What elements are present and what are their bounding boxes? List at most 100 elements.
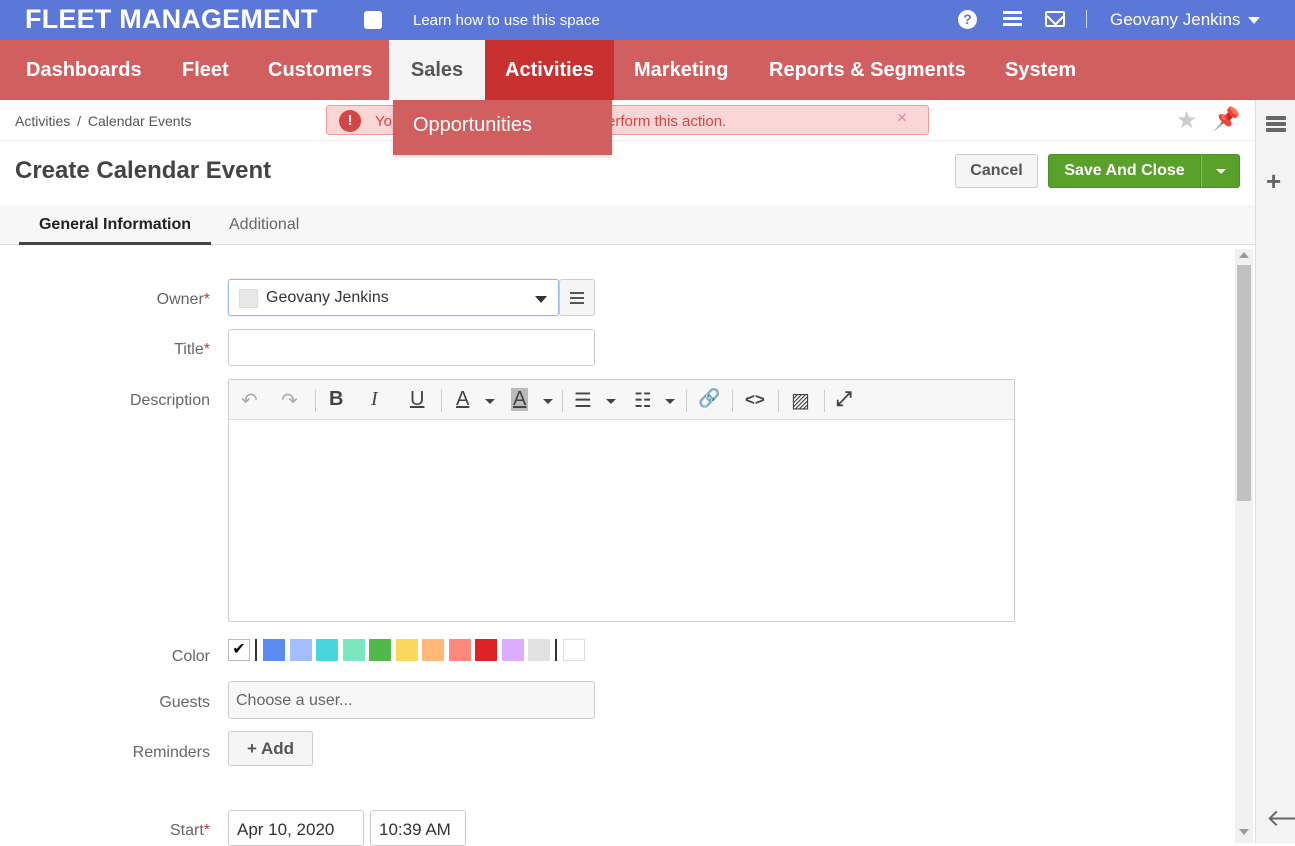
color-label: Color xyxy=(171,648,210,665)
scrollbar[interactable] xyxy=(1235,249,1253,843)
color-swatch[interactable] xyxy=(475,639,497,661)
required-mark: * xyxy=(203,291,210,308)
breadcrumb-separator: / xyxy=(77,113,82,129)
italic-icon[interactable]: I xyxy=(371,388,378,411)
top-bar: FLEET MANAGEMENT Learn how to use this s… xyxy=(0,0,1295,40)
color-swatch[interactable] xyxy=(263,639,285,661)
arrow-left-icon[interactable]: 🡐 xyxy=(1266,803,1295,833)
user-name: Geovany Jenkins xyxy=(1110,10,1241,29)
link-icon[interactable]: 🔗 xyxy=(698,388,720,409)
guests-input[interactable]: Choose a user... xyxy=(228,681,595,719)
undo-icon[interactable]: ↶ xyxy=(241,388,258,413)
underline-icon[interactable]: U xyxy=(410,388,424,411)
image-icon[interactable]: ▨ xyxy=(791,388,810,413)
title-label-text: Title xyxy=(174,341,204,358)
bold-icon[interactable]: B xyxy=(329,388,343,411)
help-icon[interactable]: ? xyxy=(958,10,977,29)
custom-color-swatch[interactable] xyxy=(563,639,585,661)
sales-dropdown: Opportunities xyxy=(393,100,612,155)
chevron-down-icon xyxy=(535,296,547,303)
color-swatch[interactable] xyxy=(501,639,524,661)
nav-system[interactable]: System xyxy=(985,40,1096,100)
required-mark: * xyxy=(203,822,210,839)
text-color-icon[interactable]: A xyxy=(456,388,469,411)
tab-additional[interactable]: Additional xyxy=(229,216,299,234)
star-icon[interactable]: ★ xyxy=(1176,106,1198,135)
color-swatch[interactable] xyxy=(342,639,365,661)
dropdown-item-opportunities[interactable]: Opportunities xyxy=(413,114,592,137)
plus-icon[interactable]: + xyxy=(1266,166,1281,197)
title-label: Title* xyxy=(0,341,210,359)
description-label: Description xyxy=(129,392,210,409)
nav-reports-segments[interactable]: Reports & Segments xyxy=(749,40,986,100)
start-label: Start* xyxy=(0,822,210,840)
scroll-up-icon[interactable] xyxy=(1239,252,1249,258)
nav-sales[interactable]: Sales xyxy=(389,40,485,100)
right-sidebar: + 🡐 xyxy=(1255,100,1295,843)
color-swatch[interactable] xyxy=(528,639,550,661)
color-swatch[interactable] xyxy=(422,639,444,661)
caret-down-icon[interactable] xyxy=(485,399,495,404)
mail-icon[interactable] xyxy=(1045,11,1065,27)
tabs-bar: General Information Additional xyxy=(0,205,1255,245)
save-options-caret-icon[interactable] xyxy=(1201,154,1240,188)
description-editor: ↶ ↷ B I U A A ☰ ☷ 🔗 <> ▨ ⤢ xyxy=(228,379,1015,622)
learn-link[interactable]: Learn how to use this space xyxy=(413,12,600,29)
user-menu[interactable]: Geovany Jenkins xyxy=(1110,10,1261,30)
scroll-down-icon[interactable] xyxy=(1239,829,1249,835)
editor-toolbar: ↶ ↷ B I U A A ☰ ☷ 🔗 <> ▨ ⤢ xyxy=(229,380,1014,420)
start-date-input[interactable]: Apr 10, 2020 xyxy=(228,810,364,846)
nav-fleet[interactable]: Fleet xyxy=(162,40,249,100)
owner-label: Owner* xyxy=(0,291,210,309)
owner-select[interactable]: Geovany Jenkins xyxy=(228,279,559,316)
alert-text-start: Yo xyxy=(375,113,392,130)
breadcrumb-item[interactable]: Activities xyxy=(15,113,70,129)
divider xyxy=(1086,10,1087,28)
save-and-close-button[interactable]: Save And Close xyxy=(1048,154,1201,188)
pin-icon[interactable]: 📌 xyxy=(1213,106,1240,132)
scroll-thumb[interactable] xyxy=(1237,265,1251,501)
caret-down-icon xyxy=(1248,17,1261,25)
caret-down-icon[interactable] xyxy=(543,399,553,404)
redo-icon[interactable]: ↷ xyxy=(281,388,298,413)
title-input[interactable] xyxy=(228,329,595,366)
page-title: Create Calendar Event xyxy=(15,157,272,184)
close-icon[interactable]: × xyxy=(897,108,907,128)
caret-down-icon[interactable] xyxy=(665,399,675,404)
add-reminder-button[interactable]: + Add xyxy=(228,731,313,766)
color-swatch[interactable] xyxy=(289,639,312,661)
owner-value: Geovany Jenkins xyxy=(266,289,389,306)
menu-icon[interactable] xyxy=(1003,11,1022,27)
start-time-input[interactable]: 10:39 AM xyxy=(370,810,466,846)
start-label-text: Start xyxy=(169,822,204,839)
color-swatch[interactable] xyxy=(395,639,418,661)
share-icon[interactable] xyxy=(364,11,382,29)
bullet-list-icon[interactable]: ☰ xyxy=(574,388,592,413)
start-date-value: Apr 10, 2020 xyxy=(237,820,335,839)
nav-marketing[interactable]: Marketing xyxy=(614,40,748,100)
breadcrumb-item[interactable]: Calendar Events xyxy=(88,113,192,129)
divider xyxy=(0,140,1255,141)
app-title[interactable]: FLEET MANAGEMENT xyxy=(25,4,318,35)
sidebar-list-icon[interactable] xyxy=(1266,116,1286,133)
tab-general-information[interactable]: General Information xyxy=(19,216,211,245)
nav-customers[interactable]: Customers xyxy=(248,40,392,100)
guests-placeholder: Choose a user... xyxy=(236,692,353,709)
no-color-swatch[interactable]: ✔ xyxy=(228,639,250,661)
start-time-value: 10:39 AM xyxy=(379,820,451,839)
caret-down-icon[interactable] xyxy=(606,399,616,404)
owner-list-button[interactable] xyxy=(559,279,595,316)
nav-activities[interactable]: Activities xyxy=(485,40,614,100)
color-swatch[interactable] xyxy=(316,639,338,661)
nav-dashboards[interactable]: Dashboards xyxy=(6,40,162,100)
alert-text-end: erform this action. xyxy=(607,113,727,130)
fullscreen-icon[interactable]: ⤢ xyxy=(836,388,852,411)
color-swatch[interactable] xyxy=(369,639,391,661)
cancel-button[interactable]: Cancel xyxy=(955,154,1038,188)
code-icon[interactable]: <> xyxy=(745,390,765,410)
background-color-icon[interactable]: A xyxy=(511,388,529,411)
exclamation-icon: ! xyxy=(339,110,361,132)
numbered-list-icon[interactable]: ☷ xyxy=(634,388,652,413)
guests-label: Guests xyxy=(159,694,210,711)
color-swatch[interactable] xyxy=(448,639,471,661)
